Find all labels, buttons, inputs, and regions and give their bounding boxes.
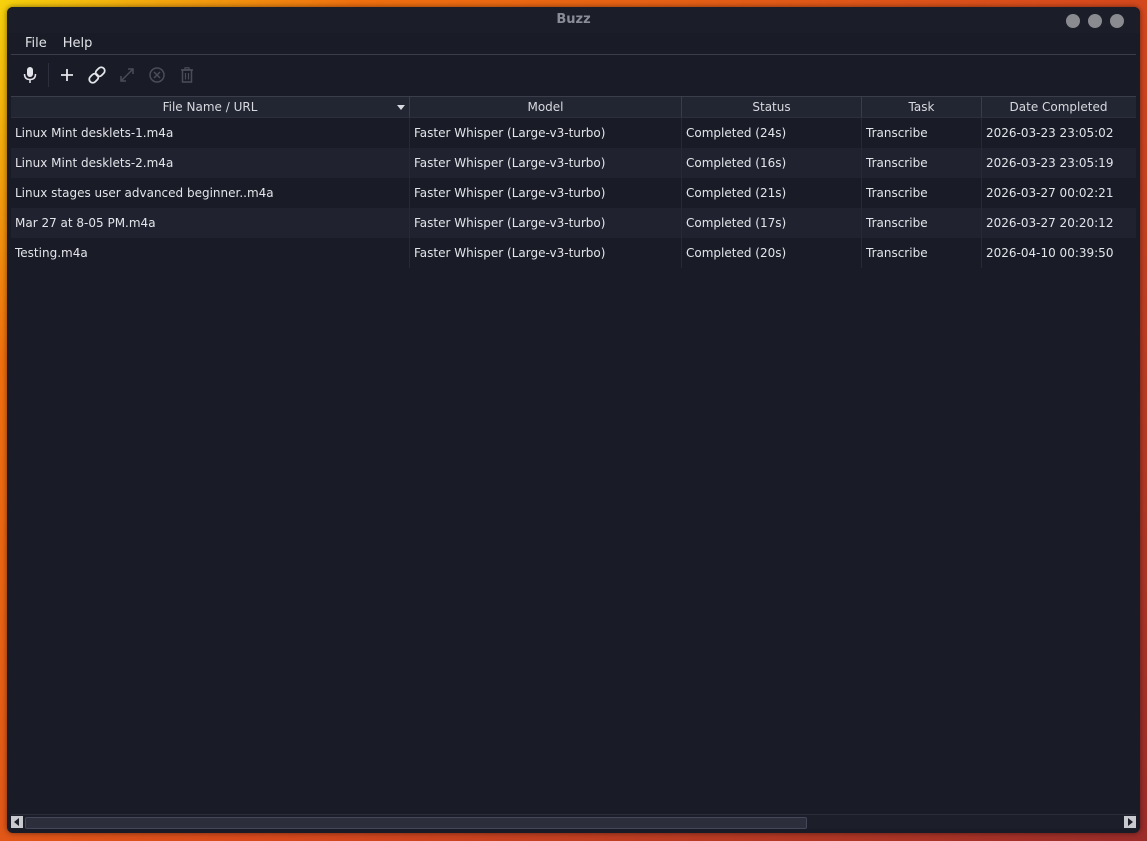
- delete-button[interactable]: [172, 60, 202, 90]
- cell-model: Faster Whisper (Large-v3-turbo): [410, 208, 682, 238]
- cell-task: Transcribe: [862, 118, 982, 148]
- window-title: Buzz: [556, 12, 591, 27]
- table-row[interactable]: Mar 27 at 8-05 PM.m4a Faster Whisper (La…: [11, 208, 1136, 238]
- cell-file-name: Linux Mint desklets-2.m4a: [11, 148, 410, 178]
- cell-date-completed: 2026-03-23 23:05:02: [986, 126, 1114, 140]
- header-status[interactable]: Status: [682, 97, 862, 117]
- scroll-right-button[interactable]: [1124, 816, 1136, 828]
- cell-model: Faster Whisper (Large-v3-turbo): [410, 178, 682, 208]
- maximize-button[interactable]: [1088, 14, 1102, 28]
- close-button[interactable]: [1110, 14, 1124, 28]
- microphone-icon: [23, 67, 37, 83]
- scrollbar-thumb[interactable]: [25, 817, 807, 829]
- expand-icon: [120, 68, 134, 82]
- table-header: File Name / URL Model Status Task Date C…: [11, 97, 1136, 118]
- horizontal-scrollbar[interactable]: [11, 814, 1136, 829]
- header-task[interactable]: Task: [862, 97, 982, 117]
- cell-file-name: Mar 27 at 8-05 PM.m4a: [11, 208, 410, 238]
- window-controls: [1066, 14, 1124, 28]
- record-button[interactable]: [15, 60, 45, 90]
- cell-file-name: Testing.m4a: [11, 238, 410, 268]
- cell-status: Completed (17s): [682, 208, 862, 238]
- link-icon: [88, 66, 106, 84]
- arrow-left-icon: [14, 818, 19, 826]
- cell-file-name: Linux Mint desklets-1.m4a: [11, 118, 410, 148]
- cell-status: Completed (24s): [682, 118, 862, 148]
- add-file-button[interactable]: [52, 60, 82, 90]
- table-row[interactable]: Linux Mint desklets-2.m4a Faster Whisper…: [11, 148, 1136, 178]
- cell-status: Completed (20s): [682, 238, 862, 268]
- scroll-left-button[interactable]: [11, 816, 23, 828]
- trash-icon: [181, 67, 193, 83]
- cell-model: Faster Whisper (Large-v3-turbo): [410, 238, 682, 268]
- menu-file[interactable]: File: [17, 33, 55, 54]
- table-row[interactable]: Testing.m4a Faster Whisper (Large-v3-tur…: [11, 238, 1136, 268]
- minimize-button[interactable]: [1066, 14, 1080, 28]
- table-row[interactable]: Linux stages user advanced beginner..m4a…: [11, 178, 1136, 208]
- cell-model: Faster Whisper (Large-v3-turbo): [410, 118, 682, 148]
- cell-task: Transcribe: [862, 238, 982, 268]
- cell-date-completed: 2026-03-27 00:02:21: [986, 186, 1114, 200]
- cell-file-name: Linux stages user advanced beginner..m4a: [11, 178, 410, 208]
- plus-icon: [61, 69, 73, 81]
- app-window: Buzz File Help File Name / URL Model Sta…: [7, 7, 1140, 833]
- sort-down-icon: [397, 105, 405, 110]
- cell-date-completed: 2026-04-10 00:39:50: [986, 246, 1114, 260]
- cell-date-completed: 2026-03-23 23:05:19: [986, 156, 1114, 170]
- scrollbar-track[interactable]: [23, 816, 1124, 829]
- header-date-completed[interactable]: Date Completed: [982, 97, 1135, 117]
- arrow-right-icon: [1128, 818, 1133, 826]
- cell-task: Transcribe: [862, 208, 982, 238]
- open-transcript-button[interactable]: [112, 60, 142, 90]
- cancel-circle-icon: [149, 67, 165, 83]
- toolbar: [7, 55, 1140, 95]
- menu-bar: File Help: [11, 33, 1136, 55]
- header-file-name[interactable]: File Name / URL: [11, 97, 410, 117]
- toolbar-separator: [48, 63, 49, 87]
- table-row[interactable]: Linux Mint desklets-1.m4a Faster Whisper…: [11, 118, 1136, 148]
- import-url-button[interactable]: [82, 60, 112, 90]
- cell-task: Transcribe: [862, 178, 982, 208]
- menu-help[interactable]: Help: [55, 33, 101, 54]
- cell-status: Completed (21s): [682, 178, 862, 208]
- cell-date-completed: 2026-03-27 20:20:12: [986, 216, 1114, 230]
- cancel-button[interactable]: [142, 60, 172, 90]
- transcription-table: File Name / URL Model Status Task Date C…: [11, 96, 1136, 829]
- title-bar[interactable]: Buzz: [7, 7, 1140, 33]
- header-model[interactable]: Model: [410, 97, 682, 117]
- cell-model: Faster Whisper (Large-v3-turbo): [410, 148, 682, 178]
- cell-status: Completed (16s): [682, 148, 862, 178]
- cell-task: Transcribe: [862, 148, 982, 178]
